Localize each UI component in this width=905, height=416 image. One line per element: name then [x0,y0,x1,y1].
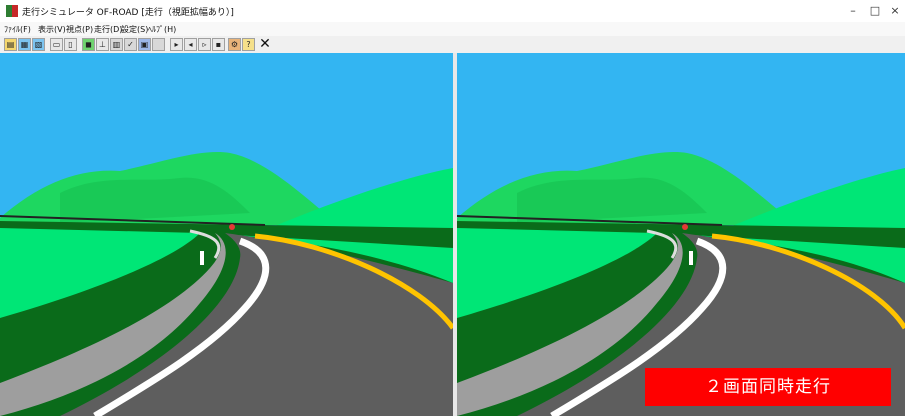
stop-icon[interactable]: ▪ [212,38,225,51]
print-icon[interactable]: ▭ [50,38,63,51]
open-folder-icon[interactable]: ▤ [4,38,17,51]
menu-settings[interactable]: 設定(S) [121,24,148,35]
delineator-post [200,251,204,265]
paste-icon[interactable]: ▧ [32,38,45,51]
toolbar: ▤ ▦ ▧ ▭ ▯ ◼ ⊥ ▥ ✓ ▣ ▸ ◂ ▹ ▪ ⚙ ? ✕ [0,36,905,54]
save-icon[interactable]: ▣ [138,38,151,51]
fast-forward-icon[interactable]: ▹ [198,38,211,51]
window-title: 走行シミュレータ OF-ROAD [走行（視距拡幅あり）] [22,8,234,18]
cube-icon[interactable]: ◼ [82,38,95,51]
blank-icon[interactable] [152,38,165,51]
menu-help[interactable]: ﾍﾙﾌﾟ(H) [148,24,176,35]
menu-drive[interactable]: 走行(D) [94,24,122,35]
rewind-icon[interactable]: ◂ [184,38,197,51]
left-3d-view[interactable] [0,53,453,416]
right-3d-view[interactable] [457,53,905,416]
settings-icon[interactable]: ⚙ [228,38,241,51]
menu-file[interactable]: ﾌｧｲﾙ(F) [4,24,31,35]
window-close-button[interactable]: × [880,2,905,20]
caption-label: ２画面同時走行 [645,368,891,406]
vehicle-marker [229,224,235,230]
menu-bar: ﾌｧｲﾙ(F) 表示(V) 視点(P) 走行(D) 設定(S) ﾍﾙﾌﾟ(H) [0,22,905,36]
road-scene-right [457,53,905,416]
app-icon [6,5,18,17]
play-icon[interactable]: ▸ [170,38,183,51]
close-icon[interactable]: ✕ [258,36,272,52]
help-icon[interactable]: ? [242,38,255,51]
grid-icon[interactable]: ▥ [110,38,123,51]
menu-viewpoint[interactable]: 視点(P) [66,24,93,35]
copy-icon[interactable]: ▦ [18,38,31,51]
title-bar: 走行シミュレータ OF-ROAD [走行（視距拡幅あり）] – □ × [0,0,905,22]
download-icon[interactable]: ⊥ [96,38,109,51]
check-icon[interactable]: ✓ [124,38,137,51]
road-scene-left [0,53,453,416]
menu-view[interactable]: 表示(V) [38,24,66,35]
print-preview-icon[interactable]: ▯ [64,38,77,51]
